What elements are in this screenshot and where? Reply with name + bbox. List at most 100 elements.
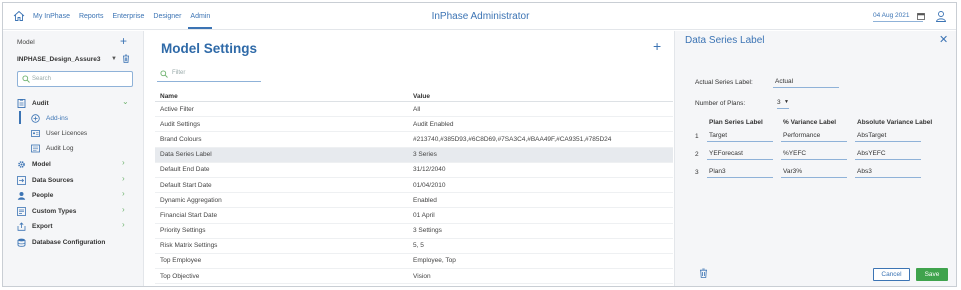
- plan-series-input[interactable]: Target: [707, 129, 773, 142]
- table-row[interactable]: Default End Date 31/12/2040: [155, 163, 673, 178]
- plan-series-input[interactable]: Plan3: [707, 165, 773, 178]
- filter-placeholder: Filter: [172, 70, 186, 76]
- chevron-down-icon[interactable]: ⌄: [122, 98, 129, 106]
- abs-variance-input[interactable]: AbsYEFC: [855, 147, 921, 160]
- cell-name: Default End Date: [160, 166, 210, 174]
- model-label: Model: [17, 39, 35, 46]
- actual-series-input[interactable]: Actual: [773, 75, 839, 88]
- cell-value: 5, 5: [413, 242, 424, 250]
- sidebar-item-export[interactable]: Export: [17, 220, 53, 232]
- trash-icon[interactable]: [699, 268, 708, 278]
- number-of-plans-value: 3: [777, 99, 781, 106]
- settings-gear-icon: [18, 160, 25, 168]
- abs-variance-input[interactable]: Abs3: [855, 165, 921, 178]
- sidebar-item-model[interactable]: Model: [17, 158, 51, 170]
- sidebar-subitem-label: Add-ins: [46, 114, 69, 122]
- sidebar-item-people[interactable]: People: [17, 189, 53, 201]
- sidebar-subitem-add-ins[interactable]: Add-ins: [31, 112, 68, 124]
- cell-name: Audit Settings: [160, 120, 201, 128]
- row-number: 3: [695, 169, 699, 176]
- table-row[interactable]: Priority Settings 3 Settings: [155, 224, 673, 239]
- settings-table: Name Value Active Filter All Audit Settin…: [155, 91, 673, 285]
- column-header-pct-variance: % Variance Label: [783, 119, 837, 126]
- caret-down-icon[interactable]: ▼: [784, 99, 789, 105]
- model-selector[interactable]: INPHASE_Design_Assure3: [17, 56, 100, 63]
- id-card-icon: [31, 129, 40, 137]
- chevron-right-icon[interactable]: ›: [122, 221, 125, 229]
- plan-series-input[interactable]: YEForecast: [707, 147, 773, 160]
- cell-name: Priority Settings: [160, 227, 206, 235]
- active-indicator: [19, 111, 21, 124]
- pct-variance-input[interactable]: Var3%: [781, 165, 847, 178]
- cell-name: Data Series Label: [160, 151, 212, 159]
- trash-icon[interactable]: [122, 54, 130, 63]
- close-icon[interactable]: ✕: [939, 35, 948, 46]
- filter-input[interactable]: Filter: [157, 67, 261, 82]
- chevron-right-icon[interactable]: ›: [122, 175, 125, 183]
- cell-value: 01 April: [413, 211, 435, 219]
- table-row[interactable]: Risk Matrix Settings 5, 5: [155, 239, 673, 254]
- cell-value: 3 Settings: [413, 227, 442, 235]
- sidebar-subitem-audit-log[interactable]: Audit Log: [31, 142, 73, 154]
- sidebar: Model + INPHASE_Design_Assure3 ▼ Search …: [3, 31, 144, 286]
- table-row[interactable]: Audit Settings Audit Enabled: [155, 117, 673, 133]
- cell-name: Financial Start Date: [160, 211, 218, 219]
- pct-variance-input[interactable]: %YEFC: [781, 147, 847, 160]
- search-icon: [160, 70, 168, 78]
- actual-series-label: Actual Series Label:: [695, 79, 753, 86]
- table-row[interactable]: Top Objective Vision: [155, 269, 673, 285]
- user-icon[interactable]: [935, 10, 947, 22]
- cell-value: #213740,#385D93,#6C8D69,#7SA3C4,#BAA49F,…: [413, 135, 612, 143]
- chevron-right-icon[interactable]: ›: [122, 206, 125, 214]
- pct-variance-input[interactable]: Performance: [781, 129, 847, 142]
- sidebar-item-label: Export: [32, 222, 53, 230]
- add-setting-icon[interactable]: +: [653, 39, 661, 53]
- table-row[interactable]: Top Employee Employee, Top: [155, 254, 673, 270]
- export-icon: [17, 221, 26, 231]
- sidebar-item-label: Audit: [32, 99, 49, 107]
- log-icon: [31, 144, 40, 152]
- table-row[interactable]: Brand Colours #213740,#385D93,#6C8D69,#7S…: [155, 132, 673, 148]
- row-number: 1: [695, 133, 699, 140]
- sidebar-item-custom-types[interactable]: Custom Types: [17, 205, 76, 217]
- sidebar-item-data-sources[interactable]: Data Sources: [17, 174, 74, 186]
- sidebar-subitem-user-licences[interactable]: User Licences: [31, 127, 87, 139]
- number-of-plans-label: Number of Plans:: [695, 100, 746, 107]
- table-row-selected[interactable]: Data Series Label 3 Series: [155, 147, 673, 163]
- row-number: 2: [695, 151, 699, 158]
- abs-variance-input[interactable]: AbsTarget: [855, 129, 921, 142]
- panel-title: Data Series Label: [685, 35, 765, 46]
- cell-name: Default Start Date: [160, 181, 212, 189]
- table-row[interactable]: Financial Start Date 01 April: [155, 208, 673, 224]
- cell-value: Vision: [413, 272, 431, 280]
- top-navigation-bar: My InPhase Reports Enterprise Designer A…: [3, 3, 956, 30]
- people-icon: [17, 191, 26, 200]
- add-model-icon[interactable]: +: [120, 35, 127, 47]
- cell-name: Dynamic Aggregation: [160, 196, 222, 204]
- column-header-name: Name: [160, 92, 178, 100]
- search-icon: [22, 75, 30, 83]
- cancel-button[interactable]: Cancel: [873, 268, 910, 281]
- column-header-abs-variance: Absolute Variance Label: [857, 119, 933, 126]
- add-circle-icon: [31, 113, 40, 123]
- table-row[interactable]: Dynamic Aggregation Enabled: [155, 193, 673, 209]
- chevron-right-icon[interactable]: ›: [122, 159, 125, 167]
- sidebar-item-database-configuration[interactable]: Database Configuration: [17, 236, 105, 248]
- save-button[interactable]: Save: [916, 268, 948, 281]
- sidebar-item-label: Data Sources: [32, 176, 74, 184]
- table-row[interactable]: Active Filter All: [155, 102, 673, 118]
- date-picker[interactable]: 04 Aug 2021: [873, 12, 923, 22]
- calendar-icon[interactable]: [917, 12, 925, 20]
- sidebar-item-audit[interactable]: Audit: [17, 97, 49, 109]
- chevron-right-icon[interactable]: ›: [122, 190, 125, 198]
- cell-value: Enabled: [413, 196, 437, 204]
- audit-icon: [17, 98, 26, 108]
- sidebar-search-input[interactable]: Search: [17, 71, 133, 87]
- sidebar-item-label: Custom Types: [32, 207, 77, 215]
- custom-types-icon: [17, 206, 26, 216]
- search-placeholder: Search: [32, 76, 52, 82]
- table-row[interactable]: Default Start Date 01/04/2010: [155, 178, 673, 194]
- cell-name: Brand Colours: [160, 135, 202, 143]
- caret-down-icon[interactable]: ▼: [111, 56, 117, 62]
- column-header-value: Value: [413, 92, 430, 100]
